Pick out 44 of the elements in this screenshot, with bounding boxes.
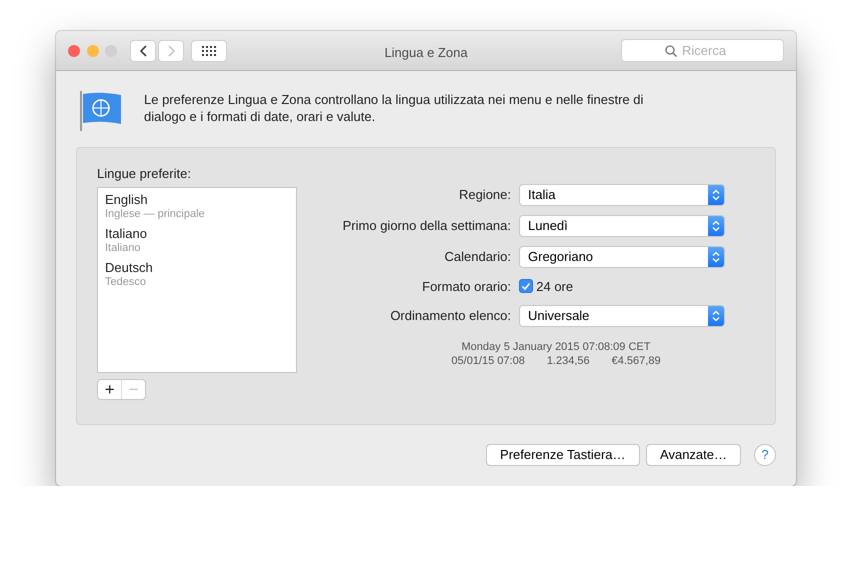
minimize-button[interactable] bbox=[86, 44, 98, 56]
setting-label: Calendario: bbox=[444, 248, 512, 266]
language-name: Italiano bbox=[105, 226, 148, 242]
language-detail: Inglese — principale bbox=[105, 208, 206, 221]
sample-date: Monday 5 January 2015 07:08:09 CET bbox=[460, 340, 652, 354]
popup-menu[interactable]: Gregoriano bbox=[519, 246, 725, 268]
popup-menu[interactable]: Lunedì bbox=[519, 214, 725, 236]
sample-value: 1.234,56 bbox=[546, 354, 590, 368]
search-icon bbox=[665, 45, 677, 57]
stepper-icon bbox=[708, 184, 724, 204]
description-text: Le preferenze Lingua e Zona controllano la lingua utilizzata nei menu e nelle finestre di dialogo e i formati di date, orari e valute. bbox=[144, 91, 644, 125]
setting-label: Regione: bbox=[458, 186, 512, 204]
stepper-icon bbox=[708, 306, 724, 326]
checkbox-label: 24 ore bbox=[536, 278, 574, 296]
sample-value: €4.567,89 bbox=[612, 354, 661, 368]
show-all-button[interactable] bbox=[190, 40, 226, 62]
language-detail: Tedesco bbox=[105, 276, 147, 289]
help-button[interactable]: ? bbox=[754, 444, 776, 466]
flag-icon bbox=[80, 91, 122, 131]
chevron-icon bbox=[166, 44, 176, 58]
language-name: English bbox=[105, 192, 149, 208]
chevron-icon bbox=[138, 44, 148, 58]
checkbox[interactable] bbox=[519, 279, 533, 294]
setting-label: Formato orario: bbox=[421, 278, 512, 296]
language-list[interactable]: English Inglese — principale Italiano Italiano Deutsch Tedesco bbox=[97, 186, 297, 373]
sample-value: 05/01/15 07:08 bbox=[451, 354, 525, 368]
setting-label: Ordinamento elenco: bbox=[389, 307, 512, 326]
add-button[interactable]: + bbox=[98, 380, 122, 400]
close-button[interactable] bbox=[68, 44, 80, 56]
setting-label: Primo giorno della settimana: bbox=[342, 216, 512, 235]
dialog-button[interactable]: Avanzate… bbox=[646, 444, 741, 466]
language-detail: Italiano bbox=[105, 242, 142, 255]
stepper-icon bbox=[708, 216, 724, 236]
checkmark-icon bbox=[521, 282, 531, 291]
dialog-button[interactable]: Preferenze Tastiera… bbox=[486, 444, 640, 466]
popup-menu[interactable]: Universale bbox=[519, 305, 725, 327]
window-title: Lingua e Zona bbox=[384, 44, 468, 62]
grid-icon bbox=[202, 46, 216, 56]
search-field[interactable]: Ricerca bbox=[621, 39, 784, 62]
stepper-icon bbox=[708, 246, 724, 266]
back-button[interactable] bbox=[130, 40, 156, 62]
popup-menu[interactable]: Italia bbox=[519, 184, 725, 206]
language-name: Deutsch bbox=[105, 260, 154, 276]
languages-label: Lingue preferite: bbox=[97, 165, 192, 183]
